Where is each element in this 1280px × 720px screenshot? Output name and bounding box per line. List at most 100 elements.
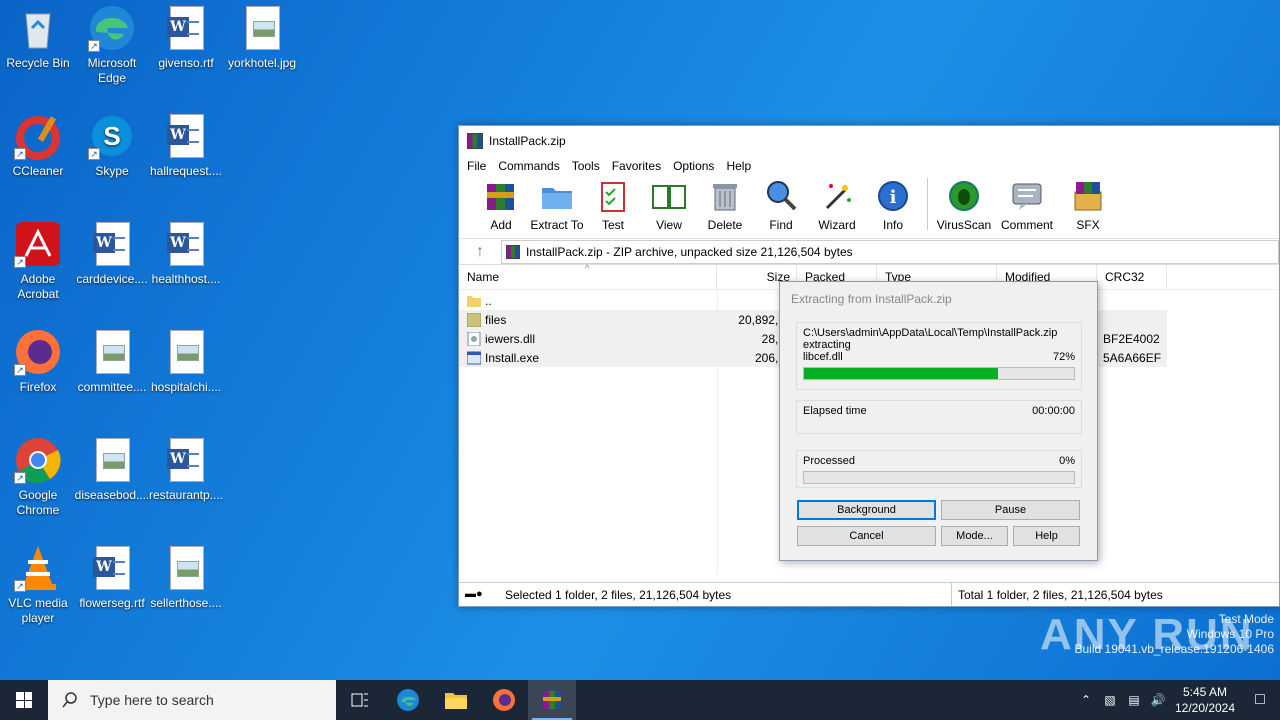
- file-size: 28,1: [761, 331, 785, 346]
- file-name: ..: [485, 293, 492, 308]
- desktop-icon[interactable]: Wgivenso.rtf: [148, 4, 224, 71]
- help-button[interactable]: Help: [1013, 526, 1080, 546]
- desktop-icon[interactable]: Wflowerseg.rtf: [74, 544, 150, 611]
- comment-button[interactable]: Comment: [994, 178, 1060, 232]
- desktop-icon[interactable]: ↗ Adobe Acrobat: [0, 220, 76, 302]
- taskbar-firefox[interactable]: [480, 680, 528, 720]
- desktop-icon[interactable]: Recycle Bin: [0, 4, 76, 71]
- image-file-icon: [88, 436, 136, 484]
- ccleaner-icon: ↗: [14, 112, 62, 160]
- image-file-icon: [238, 4, 286, 52]
- trash-icon: [707, 178, 743, 214]
- folder-icon: [467, 295, 481, 307]
- pause-button[interactable]: Pause: [941, 500, 1080, 520]
- volume-icon[interactable]: 🔊: [1146, 693, 1170, 707]
- desktop-icon[interactable]: sellerthose....: [148, 544, 224, 611]
- task-view-button[interactable]: [336, 680, 384, 720]
- file-crc: BF2E4002: [1103, 331, 1160, 346]
- winrar-titlebar[interactable]: InstallPack.zip: [459, 126, 1279, 156]
- menu-favorites[interactable]: Favorites: [606, 159, 667, 173]
- extract-to-button[interactable]: Extract To: [529, 178, 585, 232]
- file-name: Install.exe: [485, 350, 540, 365]
- menu-commands[interactable]: Commands: [492, 159, 565, 173]
- taskbar-winrar[interactable]: [528, 680, 576, 720]
- info-button[interactable]: i Info: [865, 178, 921, 232]
- chevron-up-icon[interactable]: ⌃: [1074, 693, 1098, 707]
- desktop-icon[interactable]: ↗ Firefox: [0, 328, 76, 395]
- start-button[interactable]: [0, 680, 48, 720]
- notification-icon[interactable]: □: [1240, 691, 1280, 709]
- exe-file-icon: [467, 351, 481, 364]
- wand-icon: [819, 178, 855, 214]
- desktop-icon[interactable]: ↗ Microsoft Edge: [74, 4, 150, 86]
- delete-button[interactable]: Delete: [697, 178, 753, 232]
- recycle-bin-icon: [14, 4, 62, 52]
- firefox-icon: ↗: [14, 328, 62, 376]
- image-file-icon: [162, 328, 210, 376]
- sfx-label: SFX: [1076, 218, 1100, 232]
- archive-path: C:\Users\admin\AppData\Local\Temp\Instal…: [803, 327, 1058, 339]
- desktop-icon[interactable]: Wrestaurantp....: [148, 436, 224, 503]
- device-icon[interactable]: ▧: [1098, 693, 1122, 707]
- mode-button[interactable]: Mode...: [941, 526, 1008, 546]
- desktop-icon[interactable]: diseasebod....: [74, 436, 150, 503]
- desktop-icon-label: committee....: [77, 380, 147, 394]
- vlc-icon: ↗: [14, 544, 62, 592]
- desktop-icon[interactable]: ↗ CCleaner: [0, 112, 76, 179]
- menu-file[interactable]: File: [461, 159, 492, 173]
- view-book-icon: [651, 178, 687, 214]
- address-path[interactable]: InstallPack.zip - ZIP archive, unpacked …: [501, 239, 1279, 264]
- menu-help[interactable]: Help: [720, 159, 757, 173]
- desktop-icon[interactable]: S ↗ Skype: [74, 112, 150, 179]
- background-button[interactable]: Background: [797, 500, 936, 520]
- desktop-icon-label: CCleaner: [12, 164, 64, 178]
- os-watermark: Test Mode Windows 10 Pro Build 19041.vb_…: [1075, 612, 1275, 657]
- processed-group: Processed 0%: [796, 450, 1082, 488]
- find-button[interactable]: Find: [753, 178, 809, 232]
- add-label: Add: [490, 218, 512, 232]
- column-crc32[interactable]: CRC32: [1097, 265, 1167, 289]
- word-doc-icon: W: [162, 4, 210, 52]
- file-size: 206,3: [754, 350, 785, 365]
- view-button[interactable]: View: [641, 178, 697, 232]
- desktop-icon[interactable]: ↗ VLC media player: [0, 544, 76, 626]
- wizard-button[interactable]: Wizard: [809, 178, 865, 232]
- column-divider: [717, 290, 718, 574]
- desktop-icon-label: Firefox: [19, 380, 57, 394]
- desktop-icon[interactable]: yorkhotel.jpg: [224, 4, 300, 71]
- comment-icon: [1009, 178, 1045, 214]
- clock[interactable]: 5:45 AM 12/20/2024: [1170, 684, 1240, 716]
- add-button[interactable]: Add: [473, 178, 529, 232]
- image-file-icon: [88, 328, 136, 376]
- cancel-button[interactable]: Cancel: [797, 526, 936, 546]
- comment-label: Comment: [1000, 218, 1053, 232]
- desktop-icon[interactable]: Whealthhost....: [148, 220, 224, 287]
- test-button[interactable]: Test: [585, 178, 641, 232]
- taskbar-edge[interactable]: [384, 680, 432, 720]
- up-arrow-icon[interactable]: ↑: [459, 243, 501, 261]
- sfx-button[interactable]: SFX: [1060, 178, 1116, 232]
- menu-tools[interactable]: Tools: [566, 159, 606, 173]
- delete-label: Delete: [707, 218, 743, 232]
- desktop-icon[interactable]: hospitalchi....: [148, 328, 224, 395]
- taskbar-search[interactable]: Type here to search: [48, 680, 336, 720]
- folder-icon: [445, 693, 467, 709]
- taskbar-file-explorer[interactable]: [432, 680, 480, 720]
- desktop-icon[interactable]: committee....: [74, 328, 150, 395]
- info-label: Info: [882, 218, 903, 232]
- watermark-os: Windows 10 Pro: [1186, 627, 1274, 641]
- desktop-icon[interactable]: ↗ Google Chrome: [0, 436, 76, 518]
- file-size: 20,892,0: [738, 312, 785, 327]
- network-icon[interactable]: ▤: [1122, 693, 1146, 707]
- chrome-icon: ↗: [14, 436, 62, 484]
- virusscan-button[interactable]: VirusScan: [934, 178, 994, 232]
- bug-icon: [946, 178, 982, 214]
- virusscan-label: VirusScan: [936, 218, 992, 232]
- desktop-icon[interactable]: Whallrequest....: [148, 112, 224, 179]
- desktop-icon[interactable]: Wcarddevice....: [74, 220, 150, 287]
- menu-options[interactable]: Options: [667, 159, 720, 173]
- status-bar: ▬● Selected 1 folder, 2 files, 21,126,50…: [459, 582, 1279, 606]
- clock-date: 12/20/2024: [1174, 701, 1236, 715]
- desktop-icon-label: Google Chrome: [16, 488, 60, 517]
- dialog-title[interactable]: Extracting from InstallPack.zip: [780, 282, 1097, 316]
